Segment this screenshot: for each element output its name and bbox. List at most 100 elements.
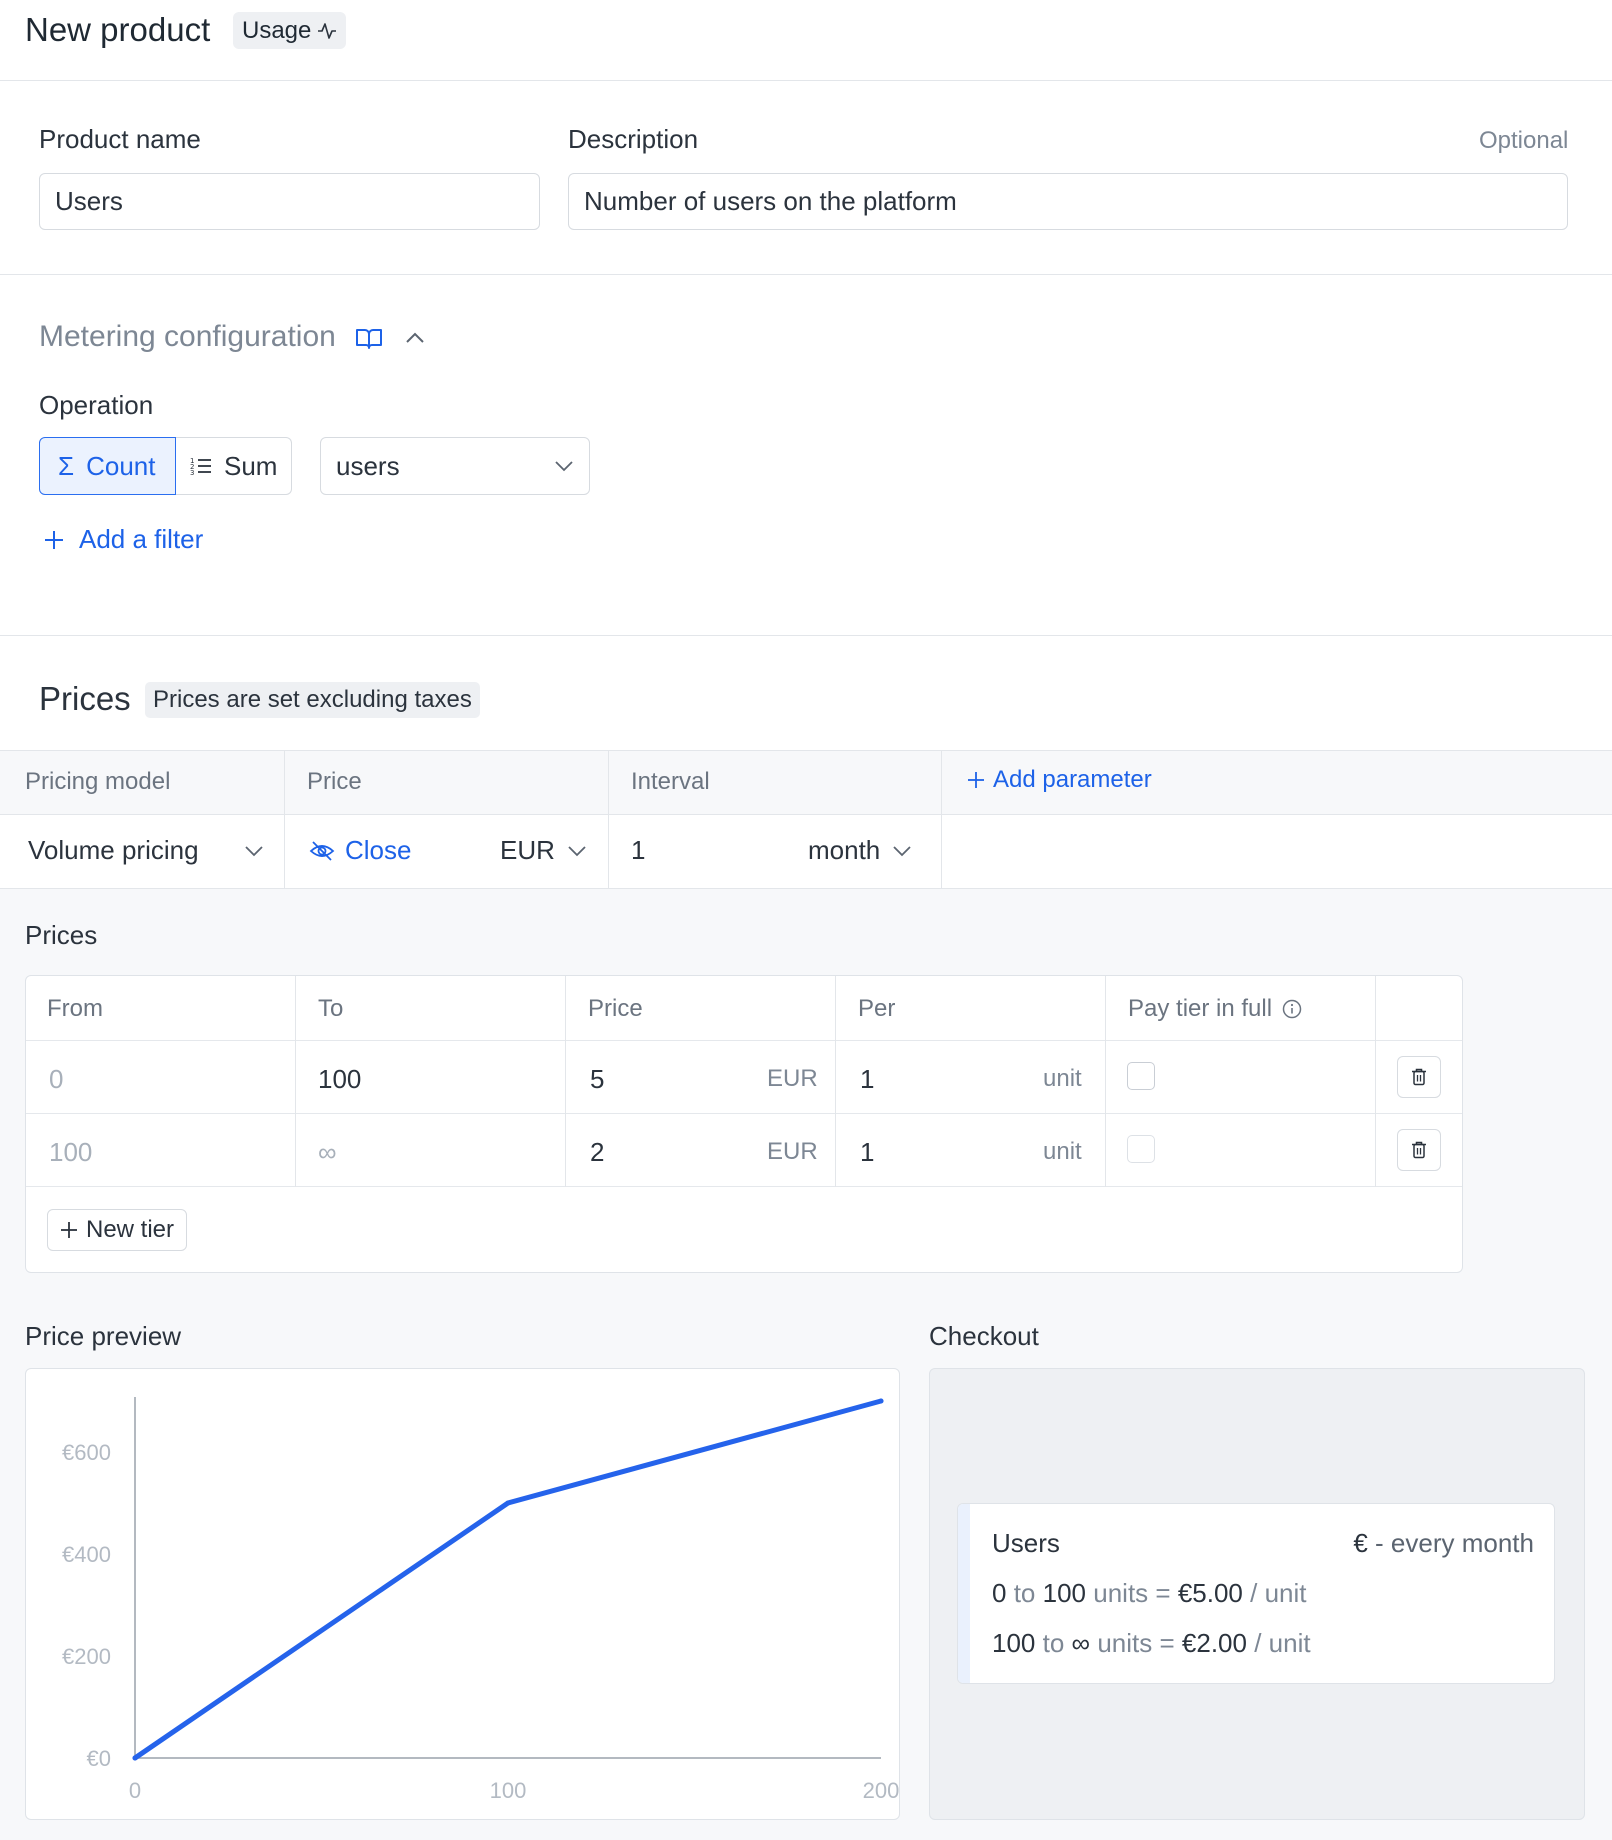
x-tick-label: 100 [490,1778,527,1803]
line-eq: = [1155,1578,1171,1608]
data-point [132,1755,138,1761]
y-tick-label: €400 [62,1542,111,1567]
tier-currency: EUR [767,1138,818,1165]
event-select-value: users [336,450,400,481]
divider [0,635,1612,636]
chevron-down-icon [555,461,573,472]
interval-unit-select[interactable]: month [808,835,912,866]
line-price: €5.00 [1177,1578,1243,1608]
optional-hint: Optional [1479,127,1569,154]
table-divider [26,1186,1462,1187]
line-to-word: to [1042,1628,1065,1658]
currency-select[interactable]: EUR [500,835,587,866]
trash-icon [1412,1068,1426,1086]
grid-divider [284,750,285,888]
description-label: Description [568,124,699,154]
svg-text:3: 3 [190,469,194,476]
line-to-word: to [1013,1578,1036,1608]
delete-tier-button[interactable] [1397,1129,1441,1171]
y-tick-label: €200 [62,1644,111,1669]
tier-currency: EUR [767,1065,818,1092]
tier-per-input[interactable]: 1 [860,1137,874,1168]
tier-from: 0 [49,1064,64,1094]
table-divider [295,976,296,1187]
usage-badge: Usage [233,12,347,49]
pricing-model-value: Volume pricing [28,835,199,865]
delete-tier-button[interactable] [1397,1056,1441,1098]
new-tier-label: New tier [86,1216,175,1243]
th-per: Per [858,995,896,1022]
line-price: €2.00 [1181,1628,1247,1658]
line-from: 100 [992,1628,1036,1658]
tax-note-badge: Prices are set excluding taxes [145,682,480,718]
pay-full-checkbox[interactable] [1127,1062,1155,1090]
currency-value: EUR [500,835,555,865]
plus-icon [61,1222,77,1238]
checkout-currency-symbol: € [1353,1528,1368,1558]
table-divider [565,976,566,1187]
price-visibility-toggle[interactable]: Close [309,835,411,866]
docs-book-icon[interactable] [355,327,383,351]
checkout-summary-card: Users € - every month 0 to 100 units = €… [957,1503,1555,1684]
checkout-title: Checkout [929,1321,1039,1351]
interval-count-input[interactable]: 1 [631,835,645,866]
list-ordered-icon: 123 [190,457,211,476]
th-to: To [318,995,344,1022]
th-pay-full: Pay tier in full [1128,995,1302,1023]
price-preview-title: Price preview [25,1321,182,1351]
sigma-icon: Σ [58,450,75,481]
operation-count-button[interactable]: Σ Count [39,437,176,495]
tier-to-input[interactable]: ∞ [318,1137,337,1168]
th-from: From [47,995,103,1022]
operation-sum-label: Sum [224,450,278,481]
checkout-tier-line: 0 to 100 units = €5.00 / unit [992,1578,1307,1609]
page-title: New product [25,11,211,48]
line-from: 0 [992,1578,1007,1608]
trash-icon [1412,1141,1426,1159]
add-filter-label: Add a filter [79,524,204,554]
th-pay-full-label: Pay tier in full [1128,995,1273,1022]
add-filter-link[interactable]: Add a filter [43,524,203,555]
line-per: / unit [1250,1578,1307,1608]
divider [0,274,1612,275]
table-divider [1105,976,1106,1187]
y-tick-label: €0 [87,1746,111,1771]
chevron-down-icon [245,845,263,856]
x-tick-label: 200 [863,1778,900,1803]
pricing-grid-header [0,750,1612,815]
line-units: units [1097,1628,1153,1658]
line-units: units [1093,1578,1149,1608]
data-point [505,1500,511,1506]
divider [0,80,1612,81]
interval-unit-value: month [808,835,881,865]
metering-title: Metering configuration [39,320,336,353]
tier-price-input[interactable]: 2 [590,1137,604,1168]
table-divider [26,1040,1462,1041]
summary-accent-bar [958,1504,970,1683]
price-toggle-label: Close [345,835,412,865]
add-parameter-label: Add parameter [993,766,1152,793]
col-pricing-model: Pricing model [25,768,171,795]
description-input[interactable]: Number of users on the platform [568,173,1568,230]
tier-per-input[interactable]: 1 [860,1064,874,1095]
chevron-up-icon[interactable] [404,330,426,346]
tiers-title: Prices [25,920,98,950]
price-preview-chart: €0 €200 €400 €600 0 100 200 [25,1368,900,1820]
add-parameter-link[interactable]: Add parameter [967,766,1152,794]
tier-to-input[interactable]: 100 [318,1064,361,1095]
checkout-tier-line: 100 to ∞ units = €2.00 / unit [992,1628,1311,1659]
pay-full-checkbox[interactable] [1127,1135,1155,1163]
new-tier-button[interactable]: New tier [47,1209,188,1251]
operation-sum-button[interactable]: 123 Sum [176,437,292,495]
series-line [132,1398,884,1761]
event-select[interactable]: users [320,437,590,495]
pricing-model-select[interactable]: Volume pricing [28,835,264,866]
checkout-recurrence-text: - every month [1375,1528,1534,1558]
info-icon[interactable] [1282,999,1302,1019]
tier-from: 100 [49,1137,93,1167]
product-name-input[interactable]: Users [39,173,540,230]
line-eq: = [1159,1628,1175,1658]
tier-price-input[interactable]: 5 [590,1064,604,1095]
line-per: / unit [1254,1628,1311,1658]
price-preview-svg: €0 €200 €400 €600 0 100 200 [62,1397,900,1803]
